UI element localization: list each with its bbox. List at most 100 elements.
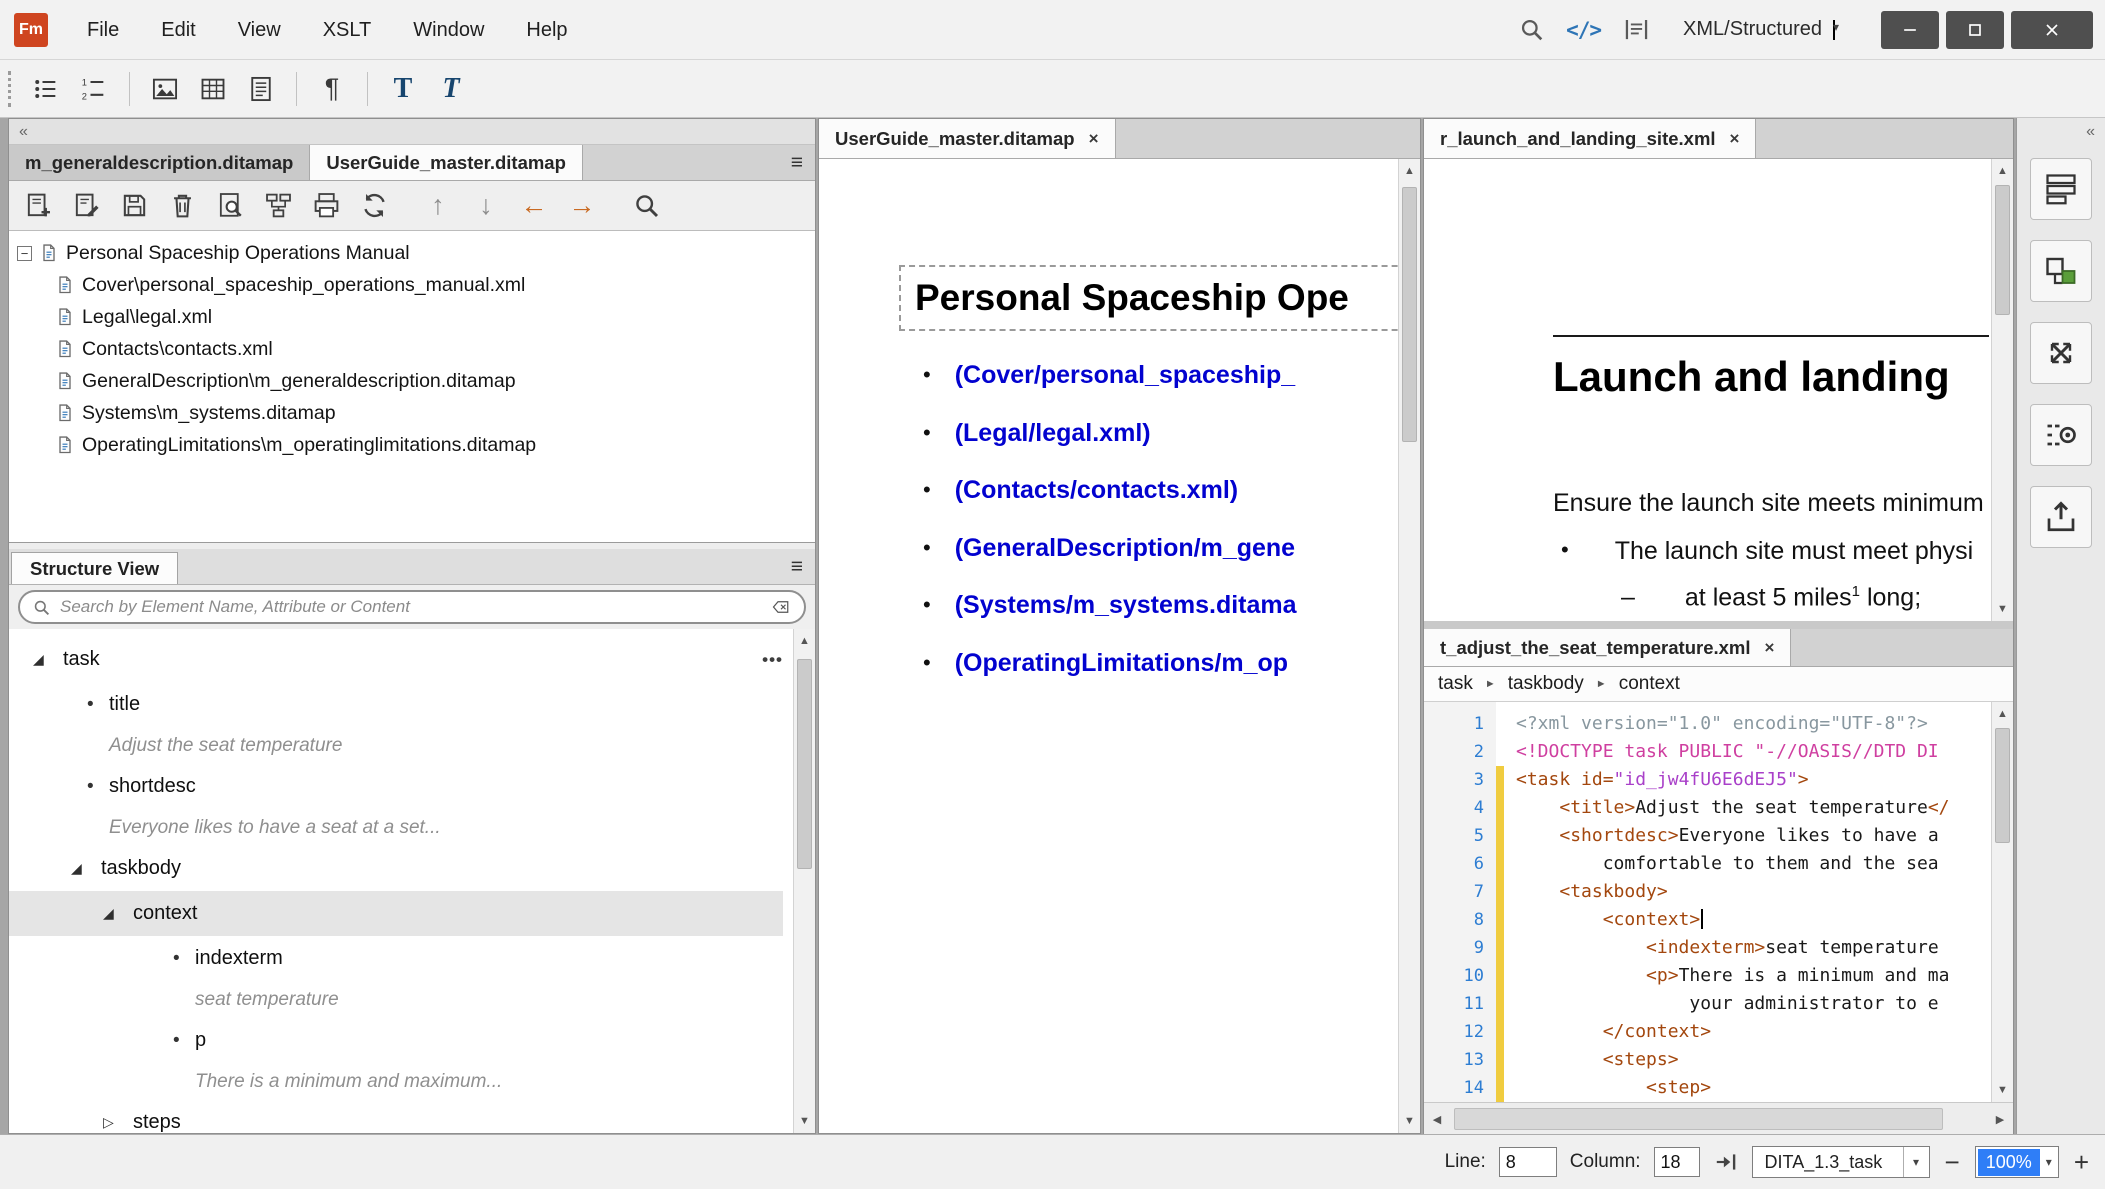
breadcrumb-taskbody[interactable]: taskbody <box>1508 673 1584 695</box>
scroll-left-icon[interactable]: ◀ <box>1426 1103 1448 1135</box>
topicref-link[interactable]: (GeneralDescription/m_gene <box>955 534 1295 563</box>
code-line-13[interactable]: <steps> <box>1516 1046 1992 1074</box>
map-tree-item-contacts-contacts-xml[interactable]: Contacts\contacts.xml <box>9 333 815 365</box>
structure-node-there-is-a-minimum-and-maximum[interactable]: There is a minimum and maximum... <box>9 1063 783 1100</box>
map-document-title[interactable]: Personal Spaceship Ope <box>899 265 1420 331</box>
line-input[interactable] <box>1499 1147 1557 1177</box>
expanded-marker-icon[interactable]: ◢ <box>71 860 101 877</box>
code-line-9[interactable]: <indexterm>seat temperature <box>1516 934 1992 962</box>
window-maximize-button[interactable] <box>1946 11 2004 49</box>
scroll-down-icon[interactable]: ▼ <box>1992 599 2013 619</box>
map-tree-item-systems-m-systems-ditamap[interactable]: Systems\m_systems.ditamap <box>9 397 815 429</box>
structure-node-steps[interactable]: ▷steps <box>9 1100 783 1133</box>
numbered-list-icon[interactable]: 12 <box>72 68 116 110</box>
code-line-4[interactable]: <title>Adjust the seat temperature</ <box>1516 794 1992 822</box>
print-icon[interactable] <box>303 184 349 228</box>
close-icon[interactable]: × <box>1765 638 1775 658</box>
topicref-link[interactable]: (OperatingLimitations/m_op <box>955 649 1288 678</box>
code-view-icon[interactable]: </> <box>1566 15 1601 45</box>
move-down-icon[interactable]: ↓ <box>463 184 509 228</box>
code-editor[interactable]: 1234567891011121314 <?xml version="1.0" … <box>1424 702 1992 1102</box>
topicref-link[interactable]: (Cover/personal_spaceship_ <box>955 361 1295 390</box>
search-icon[interactable] <box>1516 15 1546 45</box>
map-tree-item-legal-legal-xml[interactable]: Legal\legal.xml <box>9 301 815 333</box>
toolbar-grip[interactable] <box>8 71 16 107</box>
scroll-down-icon[interactable]: ▼ <box>1399 1111 1420 1131</box>
topicref-link[interactable]: (Legal/legal.xml) <box>955 419 1151 448</box>
map-document-scrollbar[interactable]: ▲ ▼ <box>1398 159 1420 1133</box>
tab-r-launch-and-landing-site[interactable]: r_launch_and_landing_site.xml × <box>1424 119 1756 158</box>
hamburger-icon[interactable]: ≡ <box>779 151 815 175</box>
hamburger-icon[interactable]: ≡ <box>779 555 815 579</box>
move-up-icon[interactable]: ↑ <box>415 184 461 228</box>
jump-to-icon[interactable] <box>1713 1149 1739 1175</box>
menu-edit[interactable]: Edit <box>140 0 216 60</box>
code-line-11[interactable]: your administrator to e <box>1516 990 1992 1018</box>
menu-window[interactable]: Window <box>392 0 505 60</box>
scrollbar-thumb[interactable] <box>797 659 812 869</box>
text-frame-icon[interactable] <box>1621 15 1651 45</box>
expanded-marker-icon[interactable]: ◢ <box>103 905 133 922</box>
scroll-up-icon[interactable]: ▲ <box>1992 161 2013 181</box>
menu-file[interactable]: File <box>66 0 140 60</box>
structure-node-adjust-the-seat-temperature[interactable]: Adjust the seat temperature <box>9 727 783 764</box>
structure-node-everyone-likes-to-have-a-seat-at-a-set[interactable]: Everyone likes to have a seat at a set..… <box>9 809 783 846</box>
overflow-menu-icon[interactable]: ••• <box>762 650 783 670</box>
open-map-icon[interactable] <box>63 184 109 228</box>
code-vertical-scrollbar[interactable]: ▲ ▼ <box>1991 702 2013 1102</box>
tab-m-generaldescription-ditamap[interactable]: m_generaldescription.ditamap <box>9 145 310 180</box>
topic-heading[interactable]: Launch and landing <box>1553 353 1950 401</box>
topic-document-scrollbar[interactable]: ▲ ▼ <box>1991 159 2013 621</box>
scroll-up-icon[interactable]: ▲ <box>794 631 815 651</box>
preview-icon[interactable] <box>207 184 253 228</box>
breadcrumb-task[interactable]: task <box>1438 673 1473 695</box>
window-close-button[interactable] <box>2011 11 2093 49</box>
structure-node-p[interactable]: •p <box>9 1018 783 1063</box>
refresh-icon[interactable] <box>351 184 397 228</box>
code-horizontal-scrollbar[interactable]: ◀ ▶ <box>1424 1102 2013 1135</box>
promote-icon[interactable]: ← <box>511 184 557 228</box>
close-icon[interactable]: × <box>1089 129 1099 149</box>
zoom-dropdown[interactable]: 100% ▾ <box>1975 1146 2059 1178</box>
tree-expander-icon[interactable]: − <box>17 246 32 261</box>
bold-text-icon[interactable]: T <box>381 68 425 110</box>
map-structure-icon[interactable] <box>255 184 301 228</box>
structure-view-tab[interactable]: Structure View <box>11 552 178 584</box>
code-line-1[interactable]: <?xml version="1.0" encoding="UTF-8"?> <box>1516 710 1992 738</box>
map-tree-root[interactable]: −Personal Spaceship Operations Manual <box>9 237 815 269</box>
scroll-down-icon[interactable]: ▼ <box>1992 1080 2013 1100</box>
insert-element-icon[interactable] <box>2030 240 2092 302</box>
document-icon[interactable] <box>239 68 283 110</box>
code-line-3[interactable]: <task id="id_jw4fU6E6dEJ5"> <box>1516 766 1992 794</box>
code-line-5[interactable]: <shortdesc>Everyone likes to have a <box>1516 822 1992 850</box>
topic-bullet-item[interactable]: • The launch site must meet physi <box>1561 537 1973 566</box>
code-line-14[interactable]: <step> <box>1516 1074 1992 1102</box>
scrollbar-thumb[interactable] <box>1454 1108 1943 1130</box>
element-catalog-dropdown[interactable]: DITA_1.3_task ▾ <box>1752 1146 1930 1178</box>
close-icon[interactable]: × <box>1730 129 1740 149</box>
tab-userguide-master-ditamap[interactable]: UserGuide_master.ditamap <box>310 145 583 180</box>
scroll-right-icon[interactable]: ▶ <box>1989 1103 2011 1135</box>
code-line-6[interactable]: comfortable to them and the sea <box>1516 850 1992 878</box>
conditional-text-icon[interactable] <box>2030 404 2092 466</box>
topic-sub-bullet[interactable]: – at least 5 miles1 long; <box>1621 583 1921 612</box>
scrollbar-thumb[interactable] <box>1402 187 1417 442</box>
delete-icon[interactable] <box>159 184 205 228</box>
topicref-link[interactable]: (Systems/m_systems.ditama <box>955 591 1297 620</box>
scroll-up-icon[interactable]: ▲ <box>1399 161 1420 181</box>
scroll-down-icon[interactable]: ▼ <box>794 1111 815 1131</box>
scrollbar-thumb[interactable] <box>1995 728 2010 843</box>
menu-xslt[interactable]: XSLT <box>302 0 393 60</box>
structure-node-taskbody[interactable]: ◢taskbody <box>9 846 783 891</box>
collapse-panel-icon[interactable]: « <box>2086 123 2095 141</box>
column-input[interactable] <box>1654 1147 1700 1177</box>
bullet-list-icon[interactable] <box>24 68 68 110</box>
code-line-12[interactable]: </context> <box>1516 1018 1992 1046</box>
structure-node-task[interactable]: ◢task••• <box>9 637 783 682</box>
frames-icon[interactable] <box>2030 158 2092 220</box>
scrollbar-thumb[interactable] <box>1995 185 2010 315</box>
map-tree-item-operatinglimitations-m-operatinglimitati[interactable]: OperatingLimitations\m_operatinglimitati… <box>9 429 815 461</box>
zoom-out-button[interactable]: − <box>1943 1147 1962 1178</box>
structure-node-context[interactable]: ◢context <box>9 891 783 936</box>
topicref-link[interactable]: (Contacts/contacts.xml) <box>955 476 1238 505</box>
